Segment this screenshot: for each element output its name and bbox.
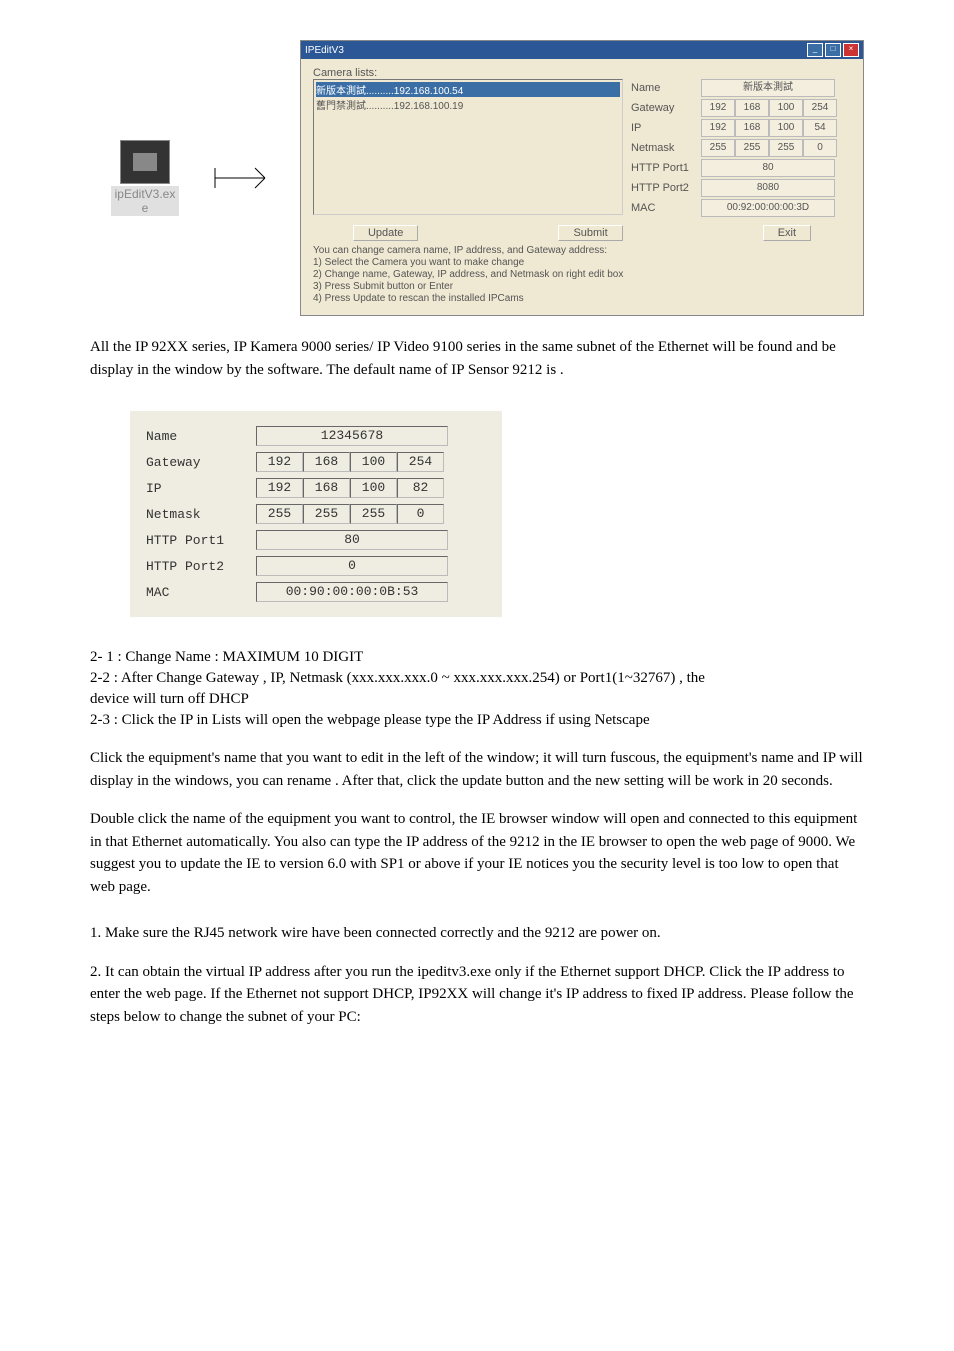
fig-name-label: Name	[146, 429, 256, 444]
camera-lists-label: Camera lists:	[313, 67, 851, 79]
app-shortcut-icon: ipEditV3.ex e	[90, 140, 200, 216]
fig-ip-octet[interactable]: 100	[350, 478, 397, 498]
fig-ip-octet[interactable]: 82	[397, 478, 444, 498]
fig-http2-label: HTTP Port2	[146, 559, 256, 574]
properties-figure: Name12345678 Gateway 192 168 100 254 IP …	[130, 411, 502, 617]
fig-netmask-label: Netmask	[146, 507, 256, 522]
note-line: 2- 1 : Change Name : MAXIMUM 10 DIGIT	[90, 647, 864, 668]
netmask-label: Netmask	[631, 142, 701, 154]
name-field[interactable]: 新版本測試	[701, 79, 835, 97]
fig-gateway-octet[interactable]: 254	[397, 452, 444, 472]
netmask-octet[interactable]: 255	[769, 139, 803, 157]
gateway-octet[interactable]: 100	[769, 99, 803, 117]
fig-ip-label: IP	[146, 481, 256, 496]
name-label: Name	[631, 82, 701, 94]
ipedit-dialog: IPEditV3 _ □ × Camera lists: 新版本測試......…	[300, 40, 864, 316]
camera-list-item[interactable]: 舊門禁測試..........192.168.100.19	[316, 97, 620, 112]
http-port1-label: HTTP Port1	[631, 162, 701, 174]
exe-icon	[120, 140, 170, 184]
note-line: 2-2 : After Change Gateway , IP, Netmask…	[90, 668, 864, 689]
gateway-octet[interactable]: 254	[803, 99, 837, 117]
fig-gateway-octet[interactable]: 168	[303, 452, 350, 472]
update-button[interactable]: Update	[353, 225, 418, 241]
body-paragraph: 1. Make sure the RJ45 network wire have …	[90, 922, 864, 945]
app-shortcut-label: ipEditV3.ex e	[111, 186, 180, 216]
camera-list-item[interactable]: 新版本測試..........192.168.100.54	[316, 82, 620, 97]
body-paragraph: 2. It can obtain the virtual IP address …	[90, 961, 864, 1029]
http-port2-field[interactable]: 8080	[701, 179, 835, 197]
note-line: device will turn off DHCP	[90, 689, 864, 710]
arrow-right-icon	[210, 158, 290, 198]
ip-octet[interactable]: 168	[735, 119, 769, 137]
exit-button[interactable]: Exit	[763, 225, 811, 241]
body-paragraph: All the IP 92XX series, IP Kamera 9000 s…	[90, 336, 864, 381]
ip-octet[interactable]: 54	[803, 119, 837, 137]
dialog-title: IPEditV3	[305, 45, 344, 56]
body-paragraph: Double click the name of the equipment y…	[90, 808, 864, 898]
http-port2-label: HTTP Port2	[631, 182, 701, 194]
properties-panel: Name新版本測試 Gateway 192 168 100 254 IP 192…	[631, 79, 851, 219]
fig-http1-value[interactable]: 80	[256, 530, 448, 550]
http-port1-field[interactable]: 80	[701, 159, 835, 177]
fig-gateway-octet[interactable]: 192	[256, 452, 303, 472]
mac-field: 00:92:00:00:00:3D	[701, 199, 835, 217]
submit-button[interactable]: Submit	[558, 225, 622, 241]
fig-netmask-octet[interactable]: 255	[350, 504, 397, 524]
fig-ip-octet[interactable]: 192	[256, 478, 303, 498]
fig-mac-value: 00:90:00:00:0B:53	[256, 582, 448, 602]
fig-netmask-octet[interactable]: 255	[303, 504, 350, 524]
ip-label: IP	[631, 122, 701, 134]
fig-http2-value[interactable]: 0	[256, 556, 448, 576]
netmask-octet[interactable]: 0	[803, 139, 837, 157]
fig-gateway-octet[interactable]: 100	[350, 452, 397, 472]
fig-ip-octet[interactable]: 168	[303, 478, 350, 498]
window-maximize-icon[interactable]: □	[825, 43, 841, 57]
fig-name-value[interactable]: 12345678	[256, 426, 448, 446]
gateway-label: Gateway	[631, 102, 701, 114]
gateway-octet[interactable]: 192	[701, 99, 735, 117]
fig-gateway-label: Gateway	[146, 455, 256, 470]
netmask-octet[interactable]: 255	[701, 139, 735, 157]
instructions-text: You can change camera name, IP address, …	[313, 245, 851, 305]
ip-octet[interactable]: 192	[701, 119, 735, 137]
ip-octet[interactable]: 100	[769, 119, 803, 137]
dialog-titlebar: IPEditV3 _ □ ×	[301, 41, 863, 59]
mac-label: MAC	[631, 202, 701, 214]
fig-netmask-octet[interactable]: 255	[256, 504, 303, 524]
body-paragraph: Click the equipment's name that you want…	[90, 747, 864, 792]
window-close-icon[interactable]: ×	[843, 43, 859, 57]
fig-mac-label: MAC	[146, 585, 256, 600]
fig-http1-label: HTTP Port1	[146, 533, 256, 548]
fig-netmask-octet[interactable]: 0	[397, 504, 444, 524]
camera-list[interactable]: 新版本測試..........192.168.100.54 舊門禁測試.....…	[313, 79, 623, 215]
netmask-octet[interactable]: 255	[735, 139, 769, 157]
gateway-octet[interactable]: 168	[735, 99, 769, 117]
note-line: 2-3 : Click the IP in Lists will open th…	[90, 710, 864, 731]
window-minimize-icon[interactable]: _	[807, 43, 823, 57]
